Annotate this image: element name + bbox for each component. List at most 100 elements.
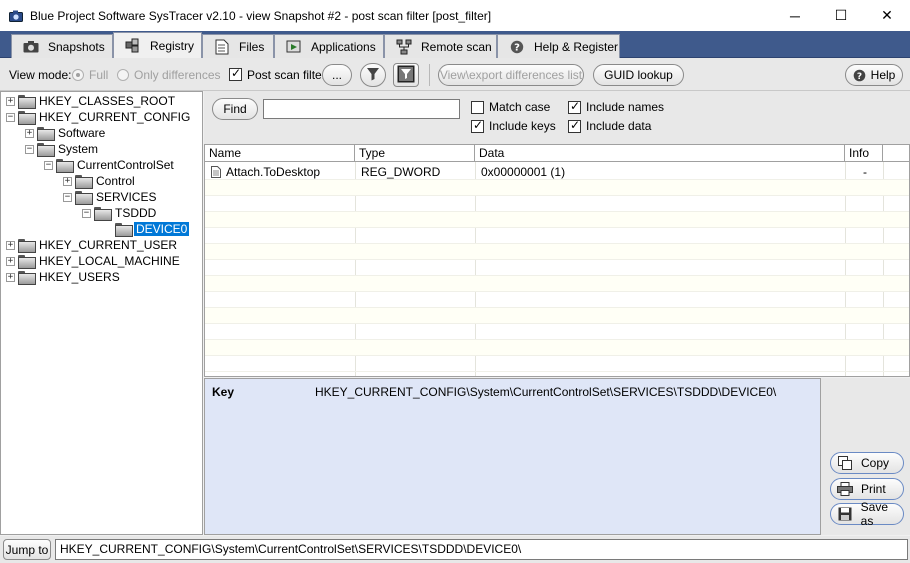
include-keys-checkbox[interactable]: Include keys	[471, 118, 556, 134]
help-button[interactable]: ? Help	[845, 64, 903, 86]
table-row	[205, 212, 909, 228]
expand-icon[interactable]: +	[25, 128, 34, 138]
expand-icon[interactable]: +	[6, 256, 15, 266]
tree-node-tsddd[interactable]: − TSDDD	[82, 205, 158, 221]
expand-icon[interactable]: +	[6, 240, 15, 250]
column-header-name[interactable]: Name	[205, 145, 355, 162]
table-row	[205, 276, 909, 292]
tree-node-label: System	[58, 142, 99, 156]
tab-help-register[interactable]: ? Help & Register	[497, 34, 620, 58]
tree-node-device0[interactable]: DEVICE0	[115, 221, 190, 237]
collapse-icon[interactable]: −	[63, 192, 72, 202]
tab-registry[interactable]: Registry	[113, 32, 202, 59]
expand-icon[interactable]: +	[6, 96, 15, 106]
folder-icon	[75, 175, 93, 189]
find-input[interactable]	[263, 99, 460, 119]
tab-remote-scan[interactable]: Remote scan	[384, 34, 497, 58]
find-button[interactable]: Find	[212, 98, 258, 120]
folder-icon	[18, 95, 36, 109]
filter-button[interactable]	[360, 63, 386, 87]
tree-node-hkey-current-config[interactable]: − HKEY_CURRENT_CONFIG	[6, 109, 192, 125]
radio-indicator	[72, 68, 84, 81]
print-button[interactable]: Print	[830, 478, 904, 500]
table-row	[205, 340, 909, 356]
table-row	[205, 292, 909, 308]
include-data-label: Include data	[586, 119, 652, 133]
save-as-button[interactable]: Save as	[830, 500, 904, 528]
tree-node-hkey-current-user[interactable]: + HKEY_CURRENT_USER	[6, 237, 179, 253]
checkbox-indicator	[471, 118, 484, 133]
svg-text:?: ?	[857, 72, 862, 82]
files-icon	[213, 39, 231, 55]
tree-node-hkey-local-machine[interactable]: + HKEY_LOCAL_MACHINE	[6, 253, 182, 269]
include-names-checkbox[interactable]: Include names	[568, 99, 664, 115]
tree-node-label: CurrentControlSet	[77, 158, 174, 172]
value-name: Attach.ToDesktop	[226, 165, 321, 179]
tree-node-services[interactable]: − SERVICES	[63, 189, 158, 205]
camera-app-icon	[8, 8, 24, 24]
tree-node-software[interactable]: + Software	[25, 125, 107, 141]
copy-label: Copy	[861, 456, 890, 470]
close-button[interactable]: ✕	[864, 0, 910, 31]
full-label: Full	[89, 67, 109, 82]
tab-label: Files	[239, 39, 265, 54]
value-type-cell: REG_DWORD	[361, 165, 441, 179]
tree-node-currentcontrolset[interactable]: − CurrentControlSet	[44, 157, 176, 173]
tree-node-hkey-users[interactable]: + HKEY_USERS	[6, 269, 122, 285]
tree-node-label: HKEY_CLASSES_ROOT	[39, 94, 176, 108]
expand-icon[interactable]: +	[6, 272, 15, 282]
table-row[interactable]: Attach.ToDesktop REG_DWORD 0x00000001 (1…	[205, 164, 909, 180]
help-icon: ?	[508, 39, 526, 55]
tab-applications[interactable]: Applications	[274, 34, 384, 58]
status-bar: Jump to HKEY_CURRENT_CONFIG\System\Curre…	[0, 536, 910, 563]
tree-node-control[interactable]: + Control	[63, 173, 137, 189]
values-grid: Name Type Data Info Attach.ToDesktop REG…	[204, 144, 910, 377]
collapse-icon[interactable]: −	[82, 208, 91, 218]
column-header-type[interactable]: Type	[355, 145, 475, 162]
column-header-data[interactable]: Data	[475, 145, 845, 162]
full-radio[interactable]: Full	[72, 58, 108, 91]
table-row	[205, 244, 909, 260]
copy-button[interactable]: Copy	[830, 452, 904, 474]
checkbox-indicator	[229, 66, 242, 81]
tab-label: Help & Register	[534, 39, 619, 54]
expand-icon[interactable]: +	[63, 176, 72, 186]
view-export-differences-button[interactable]: View\export differences list	[438, 64, 584, 86]
filter-editor-button[interactable]	[393, 63, 419, 87]
match-case-checkbox[interactable]: Match case	[471, 99, 550, 115]
folder-icon	[37, 143, 55, 157]
tree-node-label: HKEY_CURRENT_CONFIG	[39, 110, 191, 124]
column-header-info[interactable]: Info	[845, 145, 883, 162]
registry-tree: + HKEY_CLASSES_ROOT − HKEY_CURRENT_CONFI…	[0, 91, 203, 535]
collapse-icon[interactable]: −	[6, 112, 15, 122]
collapse-icon[interactable]: −	[25, 144, 34, 154]
tree-node-label: SERVICES	[96, 190, 157, 204]
tree-node-hkey-classes-root[interactable]: + HKEY_CLASSES_ROOT	[6, 93, 177, 109]
tree-node-label: Software	[58, 126, 106, 140]
minimize-button[interactable]: ─	[772, 0, 818, 31]
collapse-icon[interactable]: −	[44, 160, 53, 170]
guid-lookup-button[interactable]: GUID lookup	[593, 64, 684, 86]
tree-node-system[interactable]: − System	[25, 141, 100, 157]
find-bar: Find Match case Include keys Include nam…	[204, 91, 910, 144]
jump-path-field[interactable]: HKEY_CURRENT_CONFIG\System\CurrentContro…	[55, 539, 908, 560]
include-data-checkbox[interactable]: Include data	[568, 118, 651, 134]
folder-icon	[94, 207, 112, 221]
tree-node-label: HKEY_USERS	[39, 270, 120, 284]
table-row	[205, 180, 909, 196]
post-scan-filter-checkbox[interactable]: Post scan filter	[229, 58, 326, 91]
tab-snapshots[interactable]: Snapshots	[11, 34, 113, 58]
tab-files[interactable]: Files	[202, 34, 274, 58]
filter-options-button[interactable]: ...	[322, 64, 352, 86]
folder-icon	[37, 127, 55, 141]
table-row	[205, 196, 909, 212]
save-as-label: Save as	[860, 500, 888, 528]
tab-label: Snapshots	[48, 39, 105, 54]
maximize-button[interactable]: ☐	[818, 0, 864, 31]
include-keys-label: Include keys	[489, 119, 556, 133]
view-mode-label: View mode:	[9, 67, 72, 82]
jump-to-button[interactable]: Jump to	[3, 539, 51, 560]
only-differences-radio[interactable]: Only differences	[117, 58, 221, 91]
svg-text:?: ?	[514, 42, 520, 53]
only-differences-label: Only differences	[134, 67, 221, 82]
